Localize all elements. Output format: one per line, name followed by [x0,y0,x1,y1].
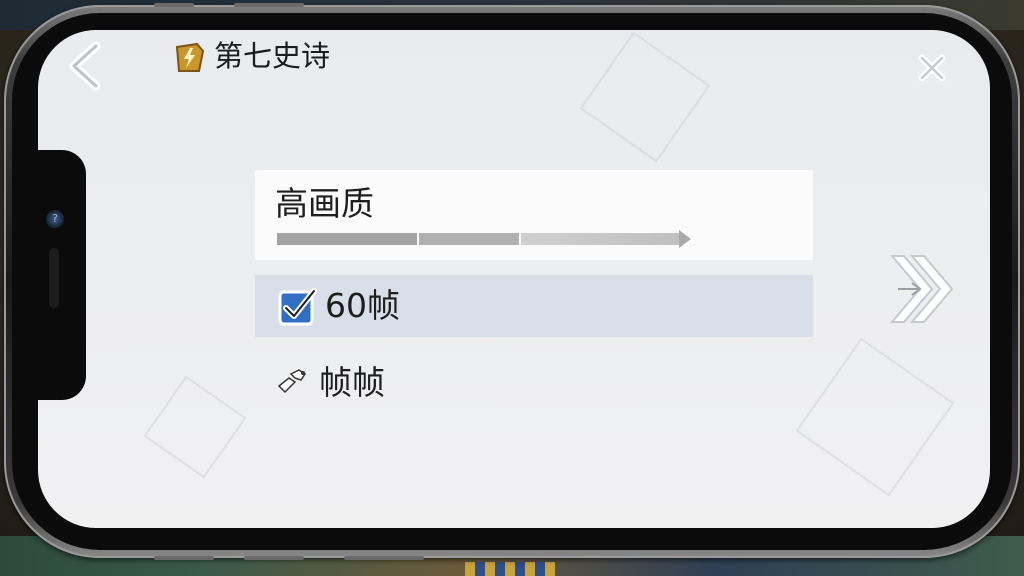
frames-option[interactable]: 帧帧 [275,358,575,408]
fps-60-option[interactable]: 60帧 [255,275,813,337]
fps-60-label: 60帧 [325,286,400,325]
back-button[interactable] [64,40,108,92]
wrench-settings-icon [275,366,313,396]
phone-side-button [344,556,424,560]
close-x-icon [918,54,946,82]
next-page-button[interactable] [886,252,956,326]
quality-level-segment [277,233,417,245]
frames-label: 帧帧 [319,363,385,402]
backdrop-tile [465,562,555,576]
background-ornament [143,375,247,479]
phone-side-button [234,3,304,7]
double-arrow-right-icon [889,255,954,323]
quality-level-segment [419,233,519,245]
phone-notch: ? [38,150,86,400]
graphics-quality-label: 高画质 [275,184,374,223]
graphics-quality-card[interactable]: 高画质 [255,170,813,260]
earpiece-speaker [49,248,59,308]
checkbox-checked-icon [278,288,317,326]
slider-arrow-icon [679,230,691,248]
fps-60-checkbox[interactable] [277,287,317,326]
front-camera-icon: ? [46,210,64,228]
quality-level-segment [521,233,681,245]
page-title: 第七史诗 [214,39,331,73]
phone-side-button [154,556,214,560]
phone-side-button [244,556,304,560]
phone-side-button [154,3,194,7]
chevron-left-icon [69,41,101,91]
background-ornament [795,337,955,497]
background-ornament [579,31,711,163]
lightning-app-icon [173,41,207,75]
close-button[interactable] [916,52,948,84]
graphics-quality-slider[interactable] [277,230,697,248]
